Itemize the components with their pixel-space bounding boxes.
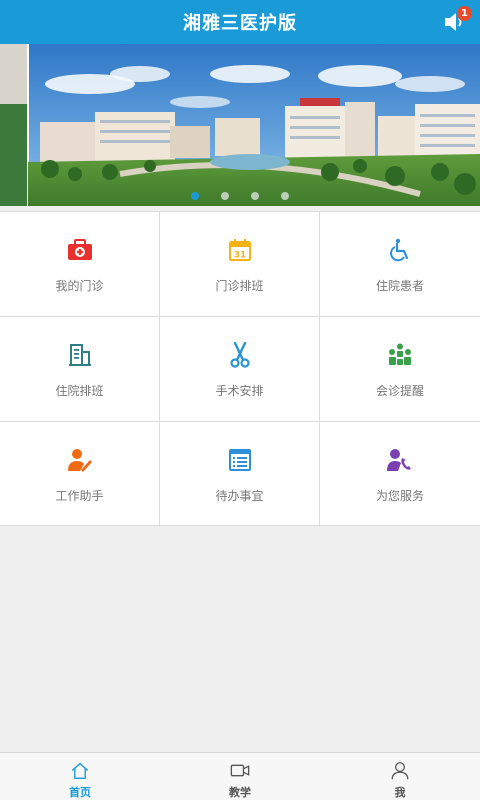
tab-me[interactable]: 我 [320, 753, 480, 800]
tab-label: 首页 [69, 786, 91, 799]
hospital-campus-image [0, 44, 480, 206]
grid-item-label: 会诊提醒 [375, 384, 424, 398]
tab-label: 教学 [229, 786, 251, 799]
tab-label: 我 [394, 786, 406, 799]
svg-text:31: 31 [233, 251, 246, 261]
grid-item-label: 住院排班 [55, 384, 104, 398]
carousel-dot[interactable] [191, 192, 199, 200]
person-icon [391, 762, 409, 780]
grid-item-label: 手术安排 [215, 384, 264, 398]
building-icon [66, 341, 94, 369]
grid-item-ward-schedule[interactable]: 住院排班 [0, 317, 160, 422]
medical-kit-icon [66, 236, 94, 264]
tab-teaching[interactable]: 教学 [160, 753, 320, 800]
notification-badge: 1 [457, 6, 472, 21]
grid-item-service[interactable]: 为您服务 [320, 422, 480, 527]
banner-carousel[interactable] [0, 44, 480, 206]
grid-item-surgery[interactable]: 手术安排 [160, 317, 320, 422]
calendar-icon: 31 [226, 236, 254, 264]
grid-item-label: 门诊排班 [215, 279, 264, 293]
scissors-icon [226, 341, 254, 369]
grid-item-label: 住院患者 [375, 279, 424, 293]
grid-item-consult-reminder[interactable]: 会诊提醒 [320, 317, 480, 422]
home-icon [71, 762, 89, 779]
grid-item-work-assistant[interactable]: 工作助手 [0, 422, 160, 527]
carousel-dot[interactable] [281, 192, 289, 200]
wheelchair-icon [386, 236, 414, 264]
grid-item-my-clinic[interactable]: 我的门诊 [0, 212, 160, 317]
grid-item-label: 为您服务 [375, 489, 424, 503]
list-icon [226, 446, 254, 474]
carousel-dot[interactable] [221, 192, 229, 200]
grid-item-label: 工作助手 [55, 489, 104, 503]
carousel-indicators [0, 192, 480, 200]
group-icon [386, 341, 414, 369]
user-edit-icon [66, 446, 94, 474]
carousel-dot[interactable] [251, 192, 259, 200]
grid-item-inpatients[interactable]: 住院患者 [320, 212, 480, 317]
page-title: 湘雅三医护版 [183, 13, 297, 34]
bottom-tab-bar: 首页 教学 我 [0, 752, 480, 800]
app-header: 湘雅三医护版 1 [0, 0, 480, 44]
grid-item-label: 待办事宜 [215, 489, 264, 503]
tab-home[interactable]: 首页 [0, 753, 160, 800]
grid-item-clinic-schedule[interactable]: 31 门诊排班 [160, 212, 320, 317]
grid-item-label: 我的门诊 [55, 279, 104, 293]
app-screen: 湘雅三医护版 1 我的门诊 31 门诊排班 住院患者 住院排班 手术安排 会诊提… [0, 0, 480, 800]
phone-service-icon [386, 446, 414, 474]
notification-button[interactable]: 1 [440, 6, 472, 36]
feature-grid: 我的门诊 31 门诊排班 住院患者 住院排班 手术安排 会诊提醒 工作助手 待办… [0, 211, 480, 527]
grid-item-todo[interactable]: 待办事宜 [160, 422, 320, 527]
video-icon [230, 764, 250, 777]
